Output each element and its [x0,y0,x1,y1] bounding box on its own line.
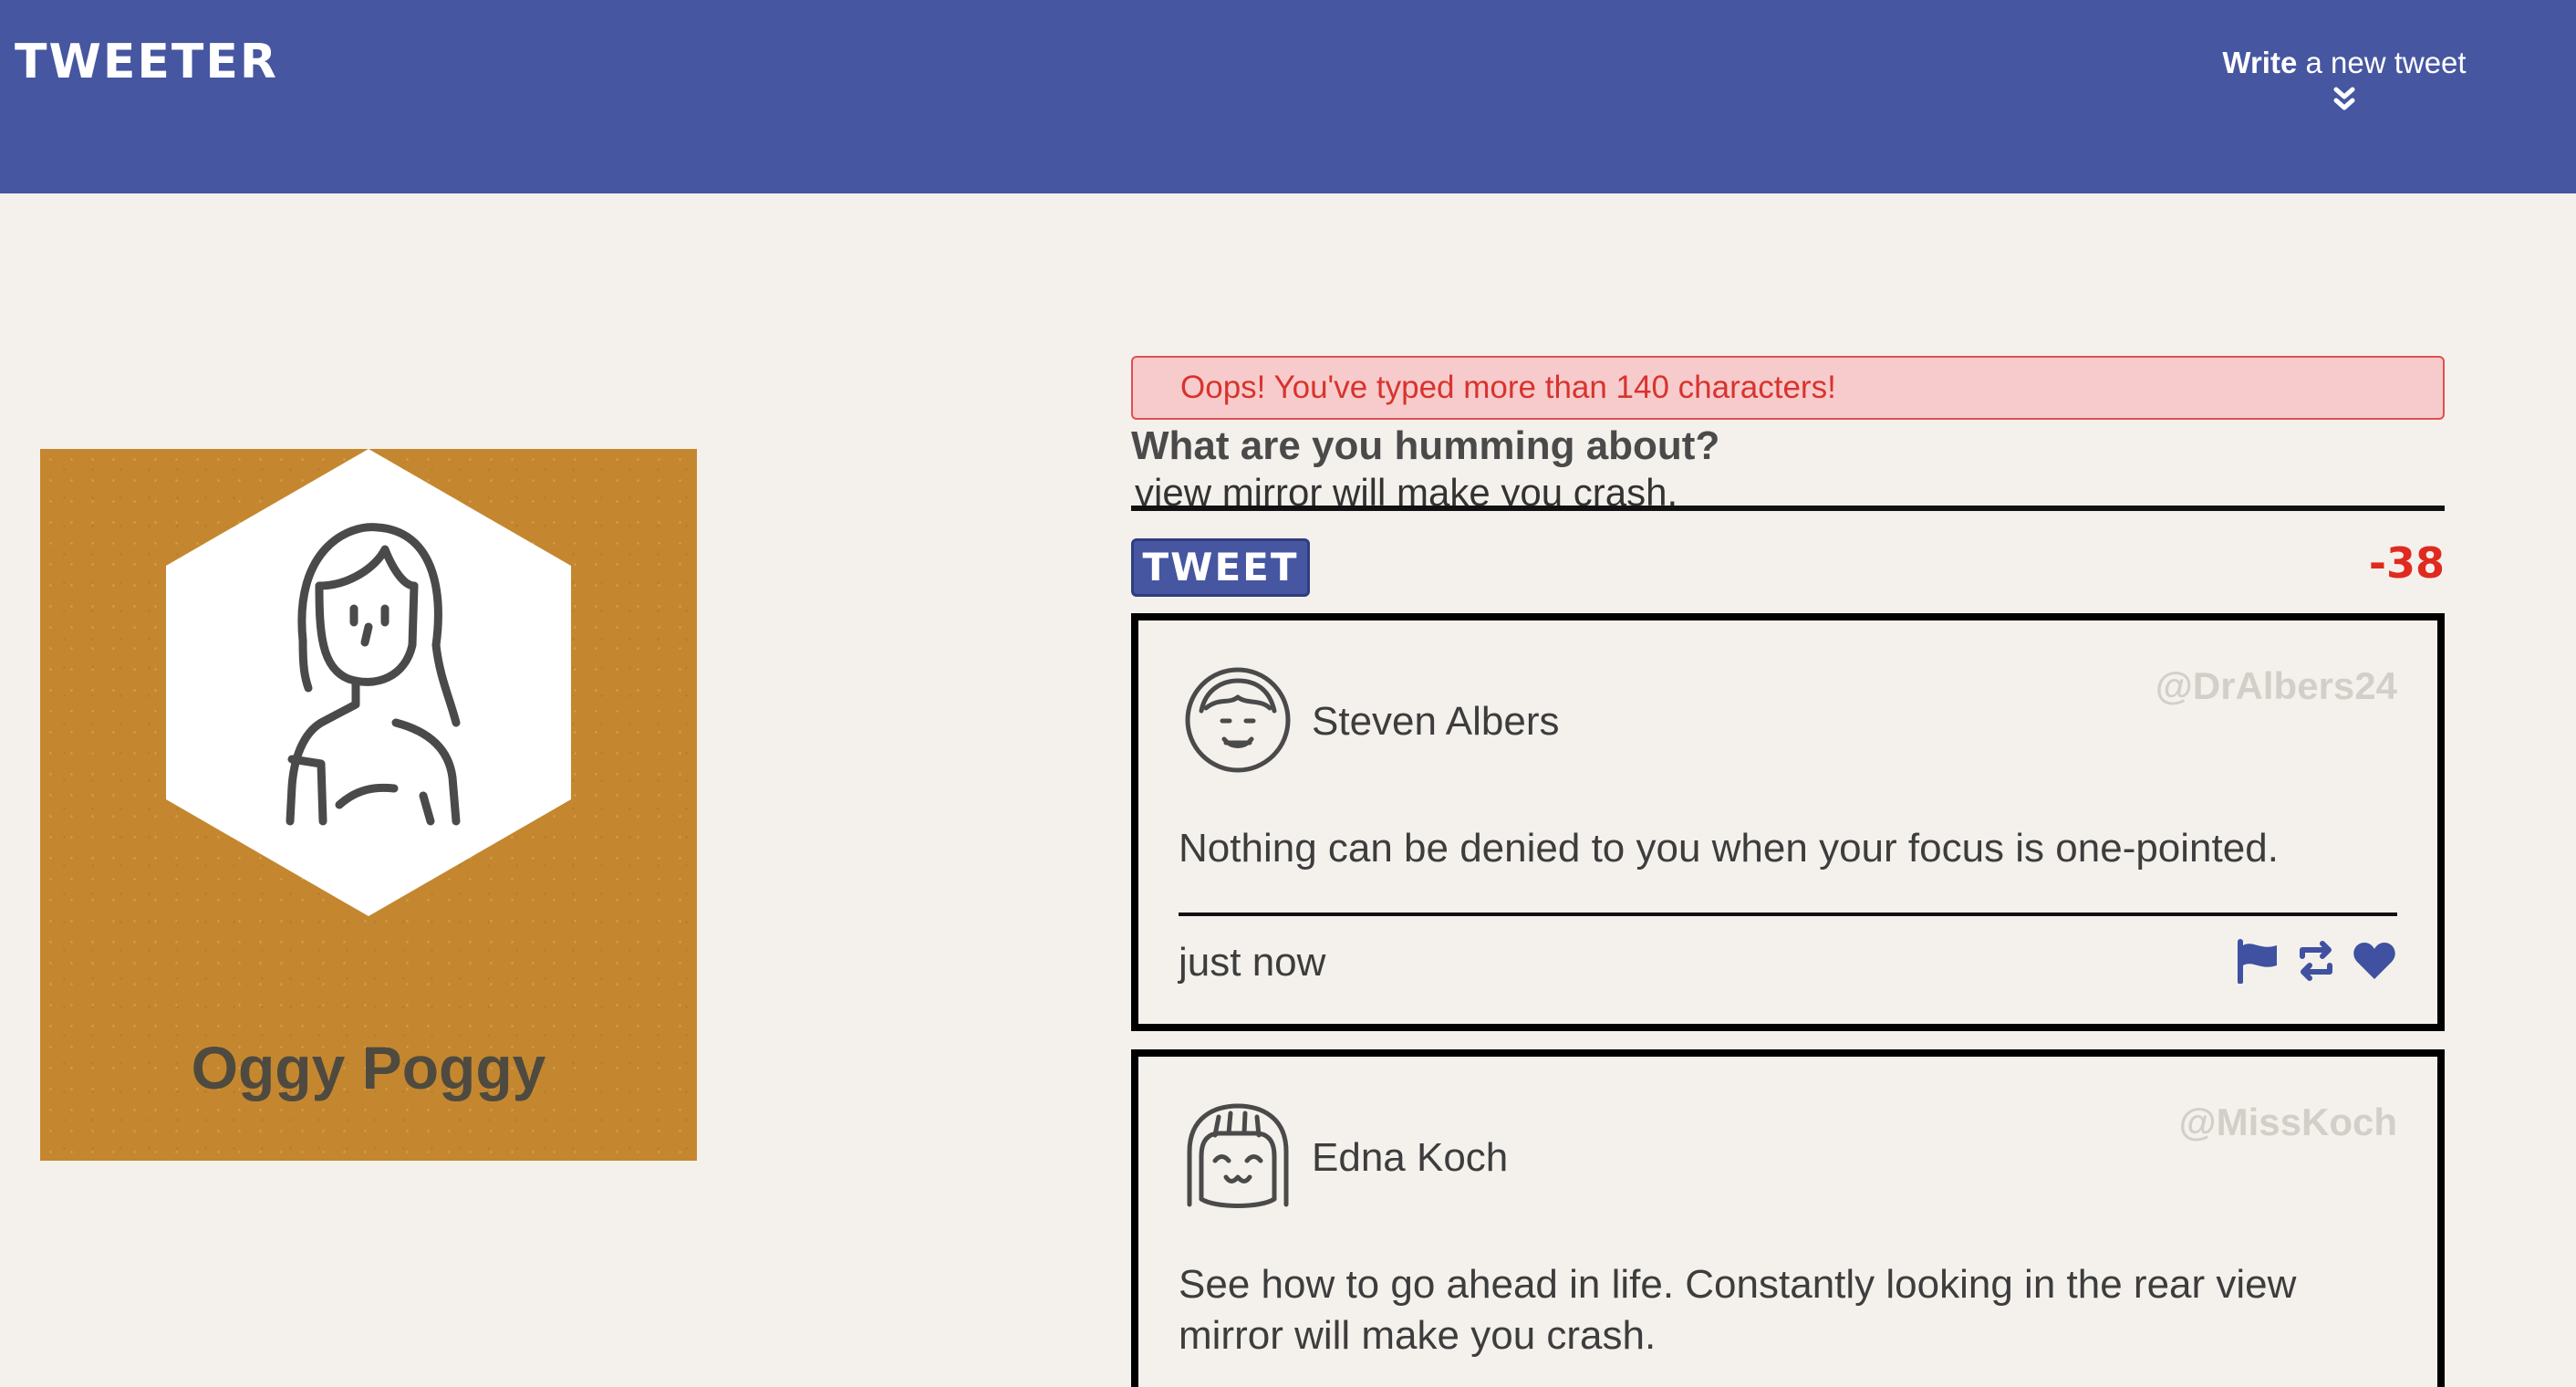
top-nav: TWEETER Write a new tweet [0,0,2576,193]
profile-avatar [166,449,571,916]
write-tweet-label[interactable]: Write a new tweet [2207,46,2481,80]
double-chevron-down-icon[interactable] [2332,86,2356,113]
flag-icon[interactable] [2235,938,2280,985]
write-tweet-toggle[interactable]: Write a new tweet [2207,46,2481,113]
tweet-author-name: Steven Albers [1312,699,1560,744]
user-avatar [1185,667,1291,773]
write-tweet-label-rest: a new tweet [2297,46,2467,79]
profile-name: Oggy Poggy [191,1034,546,1101]
tweet-divider [1179,912,2397,916]
tweet-textarea[interactable]: view mirror will make you crash. [1131,469,2445,511]
profile-card: Oggy Poggy [40,449,697,1161]
character-counter: -38 [2368,538,2445,588]
tweet-author-name: Edna Koch [1312,1135,1509,1180]
tweet-submit-button[interactable]: TWEET [1131,538,1310,597]
tweet-actions [2235,938,2397,985]
tweet-textarea-value[interactable]: view mirror will make you crash. [1135,469,1678,506]
tweet-card: Steven Albers @DrAlbers24 Nothing can be… [1131,613,2445,1031]
heart-icon[interactable] [2352,938,2397,984]
tweet-content: Nothing can be denied to you when your f… [1179,826,2279,871]
write-tweet-label-bold: Write [2222,46,2298,79]
retweet-icon[interactable] [2293,938,2339,984]
tweet-author-handle: @DrAlbers24 [2155,664,2397,707]
user-avatar [1187,1103,1289,1208]
tweet-card: Edna Koch @MissKoch See how to go ahead … [1131,1049,2445,1387]
tweet-author-handle: @MissKoch [2178,1100,2397,1143]
tweet-timestamp: just now [1179,940,1326,985]
compose-label: What are you humming about? [1131,423,1720,468]
tweet-content: See how to go ahead in life. Constantly … [1179,1262,2297,1358]
brand-logo[interactable]: TWEETER [15,35,278,89]
error-message: Oops! You've typed more than 140 charact… [1131,356,2445,420]
